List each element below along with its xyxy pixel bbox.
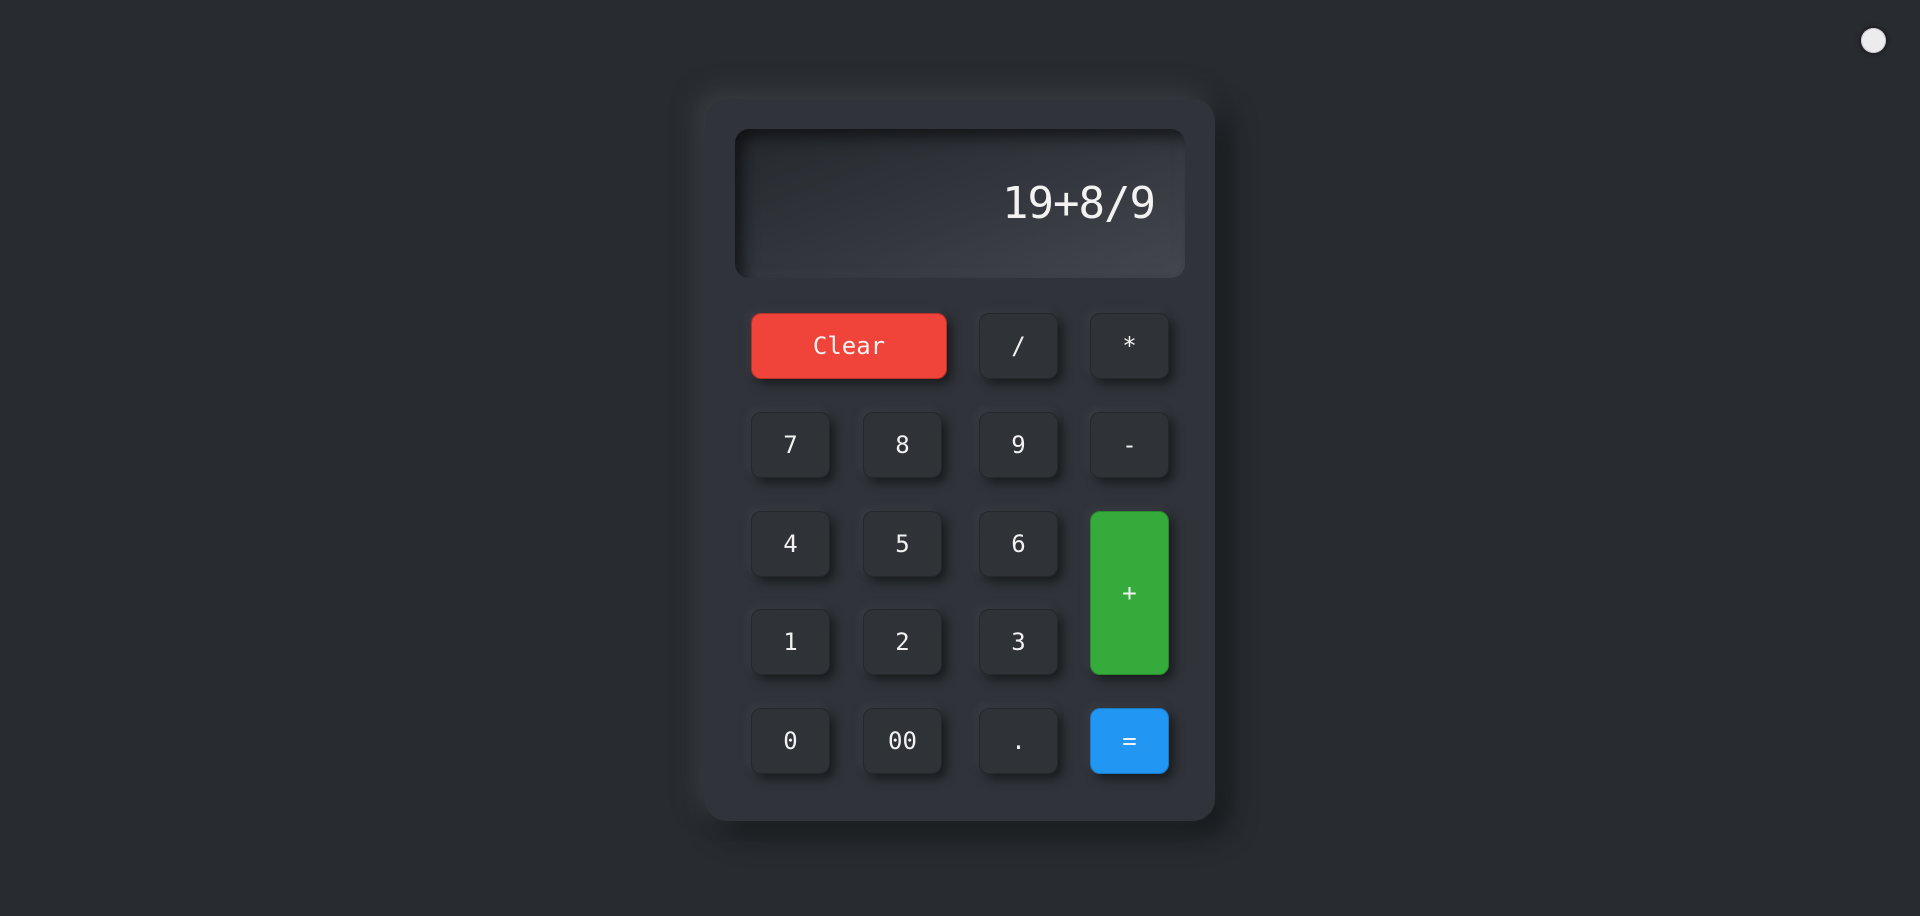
- digit-7-button[interactable]: 7: [751, 412, 830, 478]
- divide-button[interactable]: /: [979, 313, 1058, 379]
- clear-button[interactable]: Clear: [751, 313, 947, 379]
- digit-4-button[interactable]: 4: [751, 511, 830, 577]
- digit-0-button[interactable]: 0: [751, 708, 830, 774]
- multiply-button[interactable]: *: [1090, 313, 1169, 379]
- minus-button[interactable]: -: [1090, 412, 1169, 478]
- plus-button[interactable]: +: [1090, 511, 1169, 675]
- digit-8-button[interactable]: 8: [863, 412, 942, 478]
- calculator: 19+8/9 Clear / * 7 8 9 - 4 5 6 + 1 2 3 0…: [705, 99, 1215, 821]
- digit-9-button[interactable]: 9: [979, 412, 1058, 478]
- digit-2-button[interactable]: 2: [863, 609, 942, 675]
- digit-6-button[interactable]: 6: [979, 511, 1058, 577]
- theme-toggle-button[interactable]: [1861, 28, 1886, 53]
- double-zero-button[interactable]: 00: [863, 708, 942, 774]
- digit-1-button[interactable]: 1: [751, 609, 830, 675]
- digit-5-button[interactable]: 5: [863, 511, 942, 577]
- decimal-button[interactable]: .: [979, 708, 1058, 774]
- digit-3-button[interactable]: 3: [979, 609, 1058, 675]
- calculator-display: 19+8/9: [735, 129, 1185, 278]
- equals-button[interactable]: =: [1090, 708, 1169, 774]
- display-value: 19+8/9: [1002, 178, 1156, 229]
